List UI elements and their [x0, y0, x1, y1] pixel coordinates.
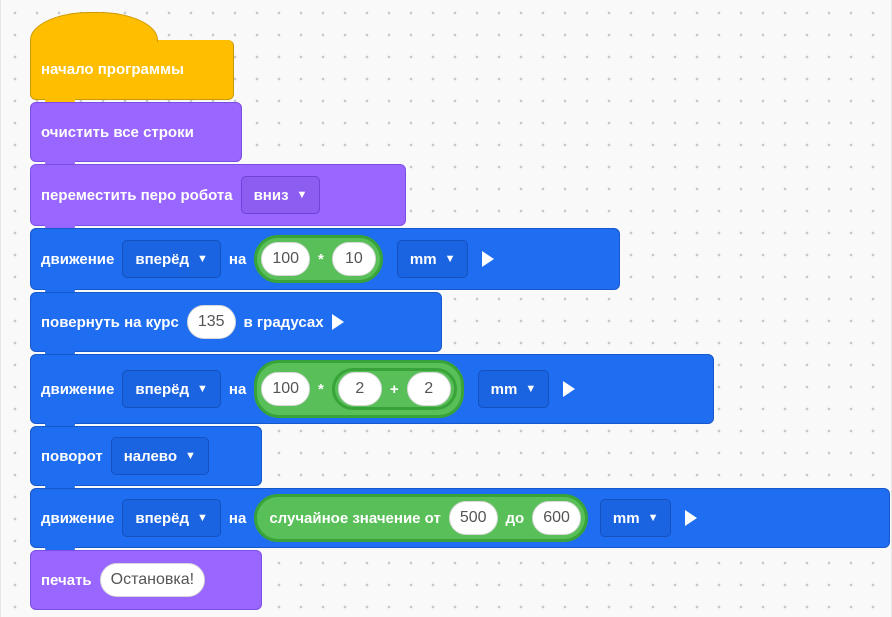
move-label-3: движение — [41, 509, 115, 527]
chevron-down-icon: ▼ — [197, 253, 208, 265]
rotate-direction-value: налево — [123, 447, 177, 465]
clear-lines-block[interactable]: очистить все строки — [30, 102, 242, 168]
start-program-label: начало программы — [41, 61, 184, 78]
multiply-operator: * — [318, 250, 324, 268]
unit-value-2: mm — [490, 380, 518, 398]
rotate-direction-dropdown[interactable]: налево ▼ — [110, 437, 209, 475]
multiply-reporter-1[interactable]: 100 * 10 — [254, 235, 383, 283]
play-icon[interactable] — [482, 251, 495, 267]
play-icon[interactable] — [685, 510, 698, 526]
on-label-3: на — [228, 509, 247, 527]
unit-value-3: mm — [612, 509, 640, 527]
multiply-operator: * — [318, 380, 324, 398]
chevron-down-icon: ▼ — [184, 450, 196, 462]
pen-label: переместить перо робота — [41, 186, 233, 204]
print-text-input[interactable]: Остановка! — [99, 563, 206, 597]
heading-input[interactable]: 135 — [186, 305, 236, 339]
move-block-2[interactable]: движение вперёд ▼ на 100 * 2 + 2 mm ▼ — [30, 354, 714, 430]
pen-block[interactable]: переместить перо робота вниз ▼ — [30, 164, 406, 232]
play-icon[interactable] — [563, 381, 576, 397]
random-reporter[interactable]: случайное значение от 500 до 600 — [254, 494, 588, 542]
move-direction-value-3: вперёд — [135, 509, 190, 527]
on-label-1: на — [228, 250, 247, 268]
number-input[interactable]: 500 — [448, 501, 498, 535]
move-direction-dropdown-3[interactable]: вперёд ▼ — [122, 499, 221, 537]
unit-value-1: mm — [409, 250, 437, 268]
add-reporter[interactable]: 2 + 2 — [331, 368, 457, 410]
number-input[interactable]: 100 — [261, 242, 311, 276]
unit-dropdown-3[interactable]: mm ▼ — [599, 499, 672, 537]
pen-direction-value: вниз — [253, 186, 289, 204]
number-input[interactable]: 2 — [406, 372, 451, 406]
start-program-block[interactable]: начало программы — [30, 12, 234, 106]
move-label-1: движение — [41, 250, 115, 268]
move-direction-value-1: вперёд — [135, 250, 190, 268]
chevron-down-icon: ▼ — [197, 383, 208, 395]
number-input[interactable]: 2 — [337, 372, 382, 406]
unit-dropdown-1[interactable]: mm ▼ — [396, 240, 469, 278]
turn-heading-label: повернуть на курс — [41, 313, 179, 331]
move-direction-dropdown-1[interactable]: вперёд ▼ — [122, 240, 221, 278]
rotate-label: поворот — [41, 447, 103, 465]
multiply-reporter-2[interactable]: 100 * 2 + 2 — [254, 360, 464, 418]
rotate-block[interactable]: поворот налево ▼ — [30, 426, 262, 492]
random-label: случайное значение от — [269, 509, 441, 527]
on-label-2: на — [228, 380, 247, 398]
number-input[interactable]: 100 — [261, 372, 311, 406]
move-block-1[interactable]: движение вперёд ▼ на 100 * 10 mm ▼ — [30, 228, 620, 296]
move-direction-dropdown-2[interactable]: вперёд ▼ — [122, 370, 221, 408]
print-label: печать — [41, 571, 92, 589]
turn-heading-block[interactable]: повернуть на курс 135 в градусах — [30, 292, 442, 358]
pen-direction-dropdown[interactable]: вниз ▼ — [240, 176, 321, 214]
number-input[interactable]: 10 — [331, 242, 376, 276]
print-block[interactable]: печать Остановка! — [30, 550, 262, 610]
play-icon[interactable] — [331, 314, 344, 330]
chevron-down-icon: ▼ — [647, 512, 659, 524]
move-block-3[interactable]: движение вперёд ▼ на случайное значение … — [30, 488, 890, 554]
clear-lines-label: очистить все строки — [41, 123, 194, 141]
add-operator: + — [389, 380, 399, 398]
degrees-label: в градусах — [243, 313, 324, 331]
move-label-2: движение — [41, 380, 115, 398]
chevron-down-icon: ▼ — [197, 512, 208, 524]
number-input[interactable]: 600 — [532, 501, 581, 535]
chevron-down-icon: ▼ — [525, 383, 537, 395]
chevron-down-icon: ▼ — [296, 189, 308, 201]
chevron-down-icon: ▼ — [444, 253, 456, 265]
unit-dropdown-2[interactable]: mm ▼ — [477, 370, 550, 408]
move-direction-value-2: вперёд — [135, 380, 190, 398]
to-label: до — [505, 509, 525, 527]
